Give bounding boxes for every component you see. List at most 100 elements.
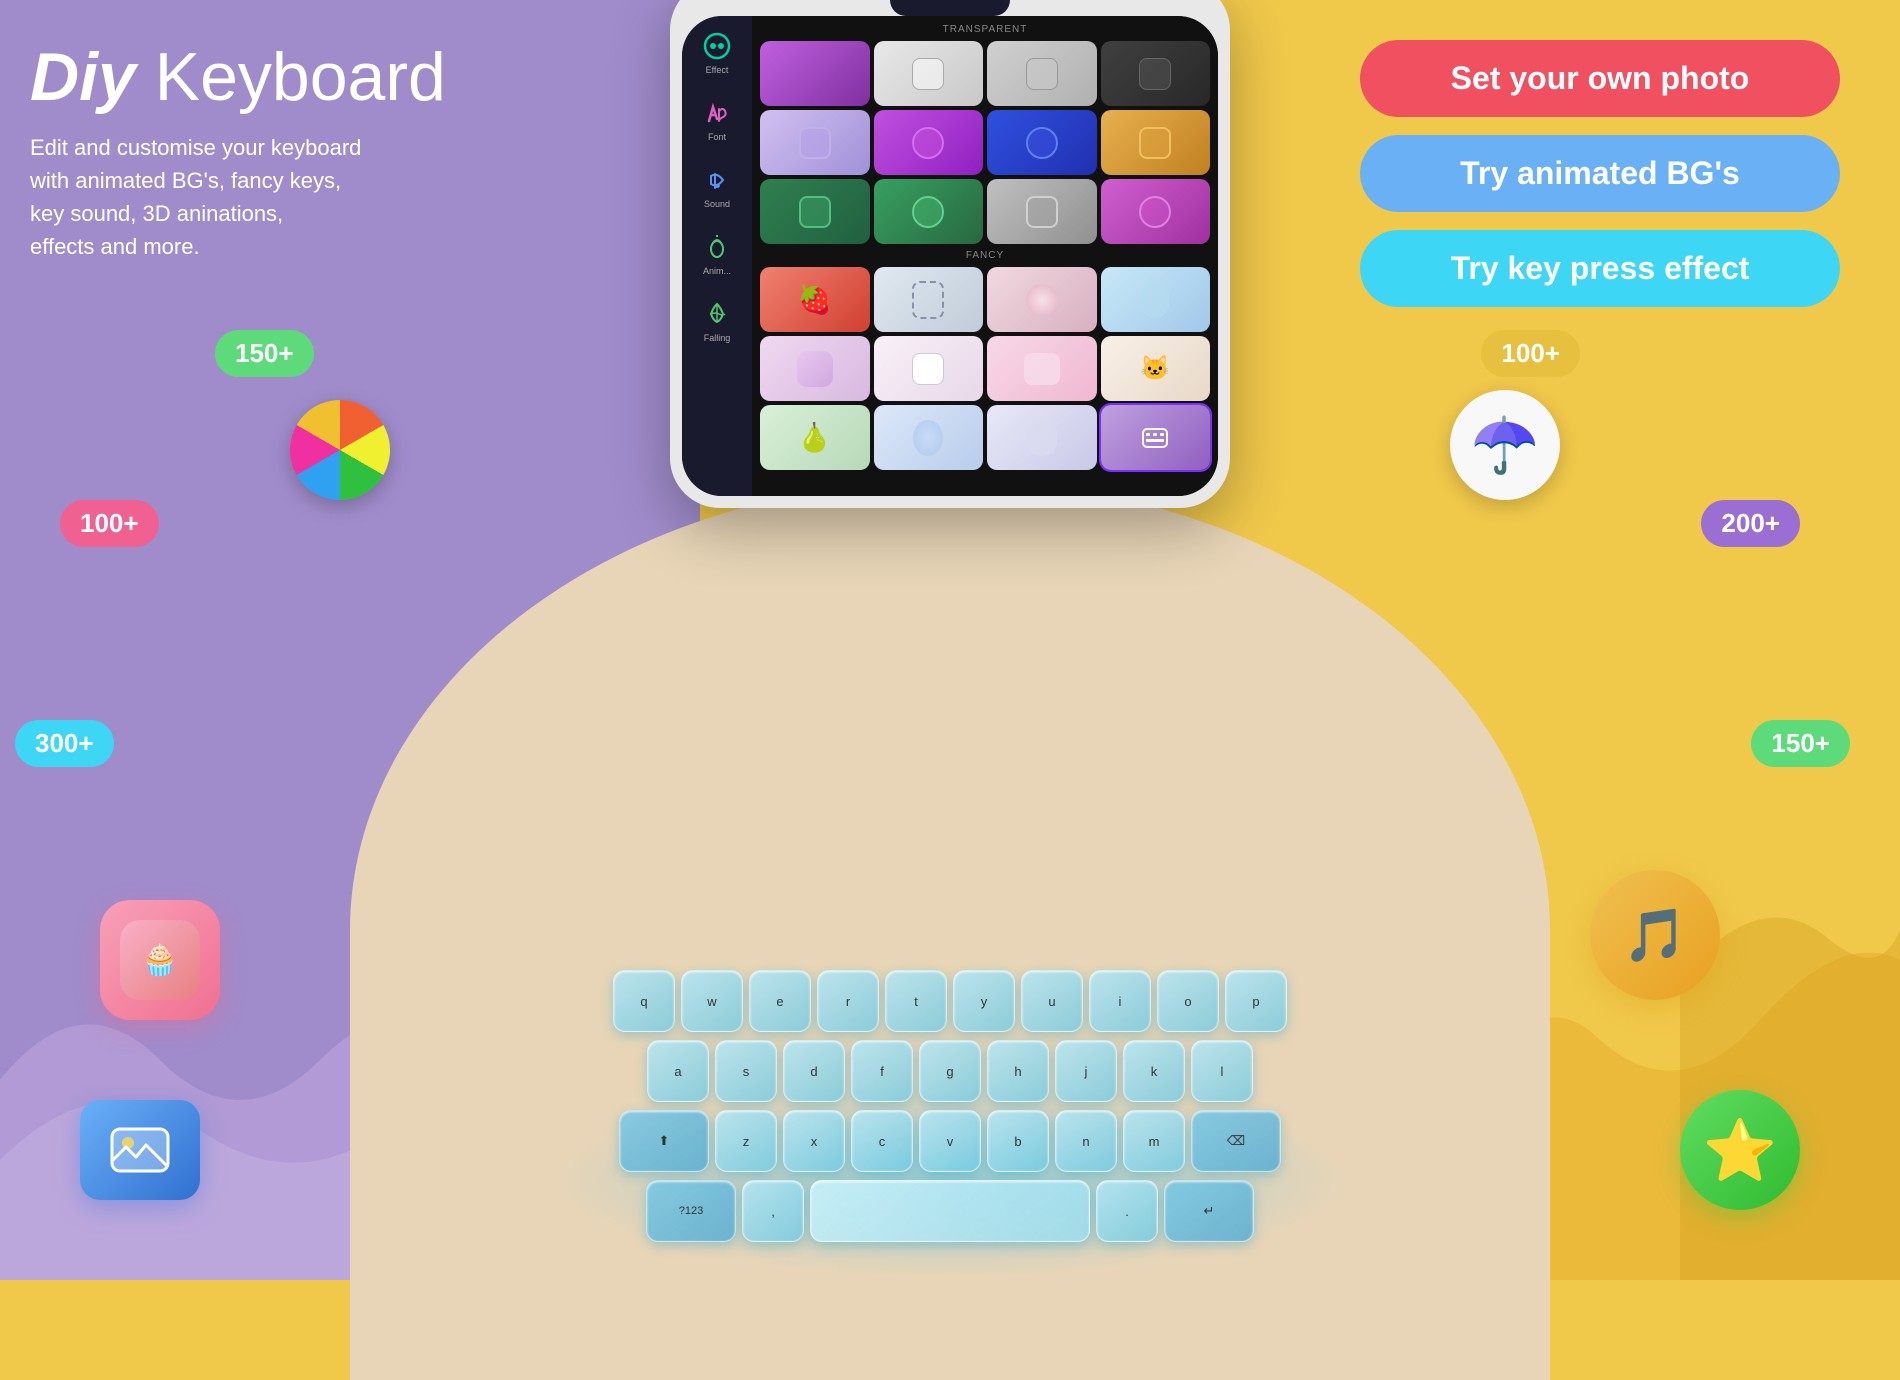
marshmallow-icon: 🧁 — [100, 900, 220, 1020]
badge-100-right: 100+ — [1481, 330, 1580, 377]
key-return[interactable]: ↵ — [1164, 1180, 1254, 1242]
phone-notch — [890, 0, 1010, 16]
key-swatch[interactable] — [760, 110, 870, 175]
key-t[interactable]: t — [885, 970, 947, 1032]
key-w[interactable]: w — [681, 970, 743, 1032]
key-e[interactable]: e — [749, 970, 811, 1032]
key-j[interactable]: j — [1055, 1040, 1117, 1102]
key-m[interactable]: m — [1123, 1110, 1185, 1172]
key-g[interactable]: g — [919, 1040, 981, 1102]
beach-ball-icon — [290, 400, 390, 500]
key-shift[interactable]: ⬆ — [619, 1110, 709, 1172]
try-key-press-button[interactable]: Try key press effect — [1360, 230, 1840, 307]
key-swatch[interactable] — [1101, 267, 1211, 332]
key-o[interactable]: o — [1157, 970, 1219, 1032]
badge-200-right: 200+ — [1701, 500, 1800, 547]
badge-100-left: 100+ — [60, 500, 159, 547]
header-section: Diy Keyboard Edit and customise your key… — [30, 40, 446, 263]
falling-label: Falling — [704, 333, 731, 343]
key-swatch[interactable] — [874, 179, 984, 244]
key-swatch[interactable] — [760, 336, 870, 401]
anim-icon — [701, 231, 733, 263]
key-space[interactable] — [810, 1180, 1090, 1242]
key-l[interactable]: l — [1191, 1040, 1253, 1102]
key-swatch[interactable] — [874, 336, 984, 401]
sound-label: Sound — [704, 199, 730, 209]
key-v[interactable]: v — [919, 1110, 981, 1172]
key-d[interactable]: d — [783, 1040, 845, 1102]
key-swatch[interactable]: 🍓 — [760, 267, 870, 332]
key-swatch[interactable] — [987, 179, 1097, 244]
key-swatch[interactable] — [760, 179, 870, 244]
key-a[interactable]: a — [647, 1040, 709, 1102]
key-k[interactable]: k — [1123, 1040, 1185, 1102]
key-c[interactable]: c — [851, 1110, 913, 1172]
key-n[interactable]: n — [1055, 1110, 1117, 1172]
fancy-label: FANCY — [756, 246, 1214, 265]
key-swatch[interactable] — [987, 267, 1097, 332]
key-period[interactable]: . — [1096, 1180, 1158, 1242]
key-p[interactable]: p — [1225, 970, 1287, 1032]
key-q[interactable]: q — [613, 970, 675, 1032]
phone-sidebar: Effect Font — [682, 16, 752, 496]
falling-icon — [701, 298, 733, 330]
key-swatch[interactable] — [987, 41, 1097, 106]
key-comma[interactable]: , — [742, 1180, 804, 1242]
star-icon: ⭐ — [1680, 1090, 1800, 1210]
keyboard-row-4: ?123 , . ↵ — [500, 1180, 1400, 1242]
phone-container: Effect Font — [670, 0, 1230, 508]
key-f[interactable]: f — [851, 1040, 913, 1102]
keyboard-row-2: a s d f g h j k l — [500, 1040, 1400, 1102]
key-swatch[interactable] — [760, 41, 870, 106]
sidebar-item-effect[interactable]: Effect — [697, 24, 737, 81]
sidebar-item-anim[interactable]: Anim... — [697, 225, 737, 282]
keyboard-row-1: q w e r t y u i o p — [500, 970, 1400, 1032]
badge-150-top-left: 150+ — [215, 330, 314, 377]
title-keyboard: Keyboard — [155, 39, 446, 115]
key-backspace[interactable]: ⌫ — [1191, 1110, 1281, 1172]
app-title: Diy Keyboard — [30, 40, 446, 115]
sound-icon — [701, 164, 733, 196]
key-swatch[interactable] — [1101, 110, 1211, 175]
set-photo-button[interactable]: Set your own photo — [1360, 40, 1840, 117]
key-swatch-keyboard[interactable] — [1101, 405, 1211, 470]
badge-150-right: 150+ — [1751, 720, 1850, 767]
keyboard-area: q w e r t y u i o p a s d f g h j k l ⬆ … — [500, 970, 1400, 1250]
transparent-label: TRANSPARENT — [756, 20, 1214, 39]
font-label: Font — [708, 132, 726, 142]
key-swatch[interactable] — [987, 110, 1097, 175]
key-swatch[interactable]: 🍐 — [760, 405, 870, 470]
try-animated-bg-button[interactable]: Try animated BG's — [1360, 135, 1840, 212]
key-123[interactable]: ?123 — [646, 1180, 736, 1242]
image-gallery-icon — [80, 1100, 200, 1200]
key-swatch[interactable] — [874, 110, 984, 175]
key-i[interactable]: i — [1089, 970, 1151, 1032]
key-swatch[interactable] — [874, 267, 984, 332]
key-swatch[interactable] — [987, 336, 1097, 401]
sidebar-item-sound[interactable]: Sound — [697, 158, 737, 215]
key-h[interactable]: h — [987, 1040, 1049, 1102]
key-s[interactable]: s — [715, 1040, 777, 1102]
effect-icon — [701, 30, 733, 62]
sidebar-item-falling[interactable]: Falling — [697, 292, 737, 349]
key-swatch[interactable] — [874, 41, 984, 106]
phone-screen: Effect Font — [682, 16, 1218, 496]
app-description: Edit and customise your keyboardwith ani… — [30, 131, 446, 263]
key-x[interactable]: x — [783, 1110, 845, 1172]
sidebar-item-font[interactable]: Font — [697, 91, 737, 148]
key-b[interactable]: b — [987, 1110, 1049, 1172]
keyboard-row-3: ⬆ z x c v b n m ⌫ — [500, 1110, 1400, 1172]
music-icon: 🎵 — [1590, 870, 1720, 1000]
key-r[interactable]: r — [817, 970, 879, 1032]
effect-label: Effect — [706, 65, 729, 75]
key-y[interactable]: y — [953, 970, 1015, 1032]
key-swatch[interactable] — [1101, 179, 1211, 244]
key-swatch[interactable] — [874, 405, 984, 470]
key-u[interactable]: u — [1021, 970, 1083, 1032]
key-z[interactable]: z — [715, 1110, 777, 1172]
key-swatch[interactable]: 🐱 — [1101, 336, 1211, 401]
anim-label: Anim... — [703, 266, 731, 276]
key-swatch[interactable] — [1101, 41, 1211, 106]
key-swatch[interactable] — [987, 405, 1097, 470]
font-icon — [701, 97, 733, 129]
